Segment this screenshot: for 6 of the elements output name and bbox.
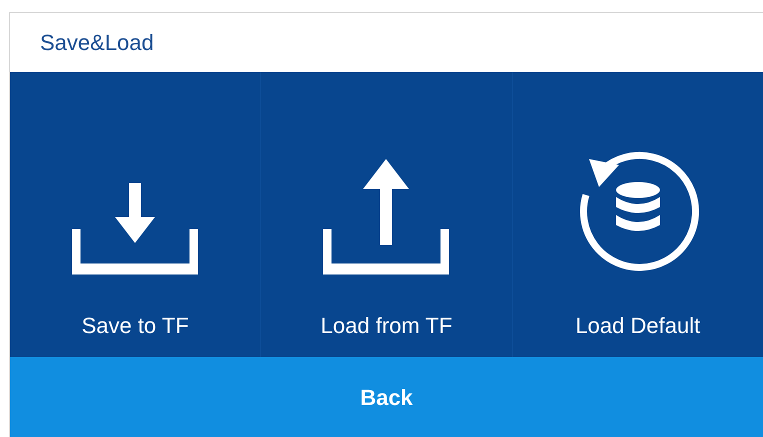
tile-label: Save to TF [82,312,189,339]
download-icon [72,182,198,275]
tile-label: Load Default [575,312,700,339]
tile-label: Load from TF [320,312,452,339]
back-button[interactable]: Back [10,357,763,437]
window-title: Save&Load [40,29,154,57]
